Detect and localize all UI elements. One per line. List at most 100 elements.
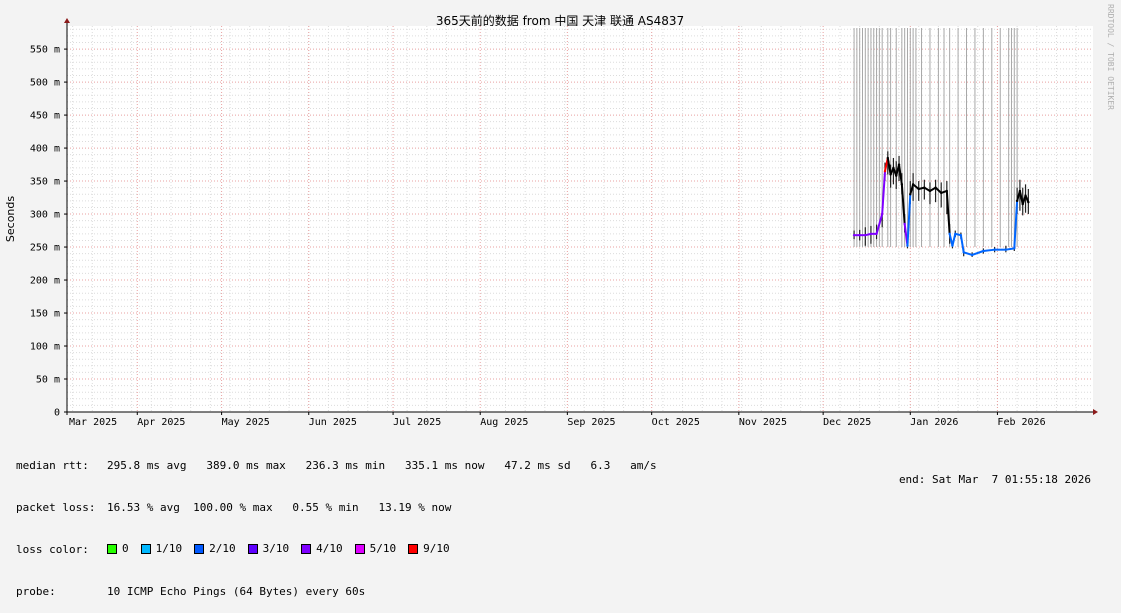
rtt-median-point	[895, 174, 898, 177]
median-rtt-row: median rtt: 295.8 ms avg 389.0 ms max 236…	[16, 459, 657, 473]
x-tick-label: May 2025	[222, 417, 270, 428]
x-tick-label: Sep 2025	[567, 417, 615, 428]
y-tick-label: 550 m	[30, 45, 60, 56]
y-tick-label: 450 m	[30, 111, 60, 122]
packet-loss-values: 16.53 % avg 100.00 % max 0.55 % min 13.1…	[107, 501, 452, 514]
rtt-median-point	[970, 253, 974, 257]
rtt-median-point	[875, 232, 878, 236]
rtt-median-point	[906, 244, 909, 247]
rtt-median-point	[858, 233, 861, 237]
rtt-median-point	[883, 169, 887, 173]
x-tick-label: Mar 2025	[69, 417, 117, 428]
rtt-median-point	[962, 251, 965, 254]
loss-color-items: 0 1/10 2/10 3/10 4/10 5/10 9/10	[107, 542, 462, 558]
y-tick-label: 400 m	[30, 144, 60, 155]
x-tick-label: Jan 2026	[910, 417, 958, 428]
rtt-median-point	[886, 156, 889, 160]
rtt-median-point	[1024, 194, 1027, 197]
loss-color-item: 1/10	[140, 542, 182, 556]
rtt-median-point	[923, 186, 926, 189]
loss-color-item: 9/10	[408, 542, 450, 556]
rtt-median-point	[864, 233, 867, 237]
y-axis-label: Seconds	[4, 196, 17, 242]
y-tick-label: 350 m	[30, 177, 60, 188]
x-tick-label: Feb 2026	[997, 417, 1045, 428]
rtt-chart: 365天前的数据 from 中国 天津 联通 AS4837 Seconds RR…	[4, 4, 1115, 428]
loss-color-item: 4/10	[301, 542, 343, 556]
loss-color-item: 0	[107, 542, 129, 556]
rtt-median-point	[982, 249, 985, 253]
rtt-median-point	[852, 233, 856, 237]
rtt-median-point	[889, 173, 892, 176]
loss-color-label: loss color:	[16, 543, 89, 556]
rtt-median-point	[1027, 200, 1030, 204]
probe-value: 10 ICMP Echo Pings (64 Bytes) every 60s	[107, 585, 366, 598]
rtt-median-point	[892, 166, 895, 170]
chart-title: 365天前的数据 from 中国 天津 联通 AS4837	[436, 13, 684, 28]
rtt-median-point	[1004, 248, 1008, 251]
rtt-median-point	[954, 232, 957, 236]
rtt-median-point	[880, 212, 884, 216]
median-rtt-values: 295.8 ms avg 389.0 ms max 236.3 ms min 3…	[107, 459, 657, 472]
rtt-median-point	[903, 222, 906, 226]
rtt-median-point	[951, 244, 954, 247]
rtt-median-point	[1013, 247, 1016, 250]
rtt-median-point	[869, 232, 873, 236]
y-tick-label: 100 m	[30, 342, 60, 353]
rtt-median-segment	[1005, 247, 1015, 251]
x-tick-label: Dec 2025	[823, 417, 871, 428]
x-tick-label: Nov 2025	[739, 417, 787, 428]
loss-color-swatch	[247, 544, 258, 554]
loss-color-item: 2/10	[194, 542, 236, 556]
y-tick-label: 500 m	[30, 78, 60, 89]
rtt-median-point	[909, 193, 912, 196]
rtt-median-point	[1015, 199, 1019, 203]
loss-color-swatch	[354, 544, 365, 554]
y-tick-label: 0	[54, 408, 60, 419]
rtt-median-segment	[983, 248, 995, 252]
loss-color-item: 3/10	[247, 542, 290, 556]
end-time: end: Sat Mar 7 01:55:18 2026	[898, 473, 1091, 486]
rtt-median-point	[1021, 202, 1024, 206]
y-tick-label: 250 m	[30, 243, 60, 254]
probe-row: probe: 10 ICMP Echo Pings (64 Bytes) ever…	[16, 585, 657, 599]
loss-color-item-label: 4/10	[316, 542, 343, 555]
x-tick-label: Aug 2025	[480, 417, 528, 428]
loss-color-item-label: 9/10	[423, 542, 450, 555]
rtt-median-point	[928, 189, 932, 193]
loss-color-item-label: 3/10	[262, 542, 290, 555]
x-tick-labels: Mar 2025 Apr 2025 May 2025 Jun 2025 Jul 2025…	[66, 412, 1046, 428]
rtt-median-point	[959, 233, 963, 237]
loss-color-swatch	[301, 544, 312, 554]
rtt-median-point	[948, 232, 951, 236]
rtt-median-point	[1018, 189, 1022, 193]
rtt-median-point	[897, 163, 901, 166]
y-tick-label: 150 m	[30, 309, 60, 320]
loss-color-item: 5/10	[354, 542, 397, 556]
x-tick-label: Apr 2025	[137, 417, 185, 428]
y-tick-label: 50 m	[36, 375, 60, 386]
x-axis-arrow	[1093, 409, 1098, 415]
x-tick-label: Oct 2025	[652, 417, 700, 428]
y-tick-label: 300 m	[30, 210, 60, 221]
rtt-median-point	[900, 183, 904, 186]
median-rtt-label: median rtt:	[16, 459, 89, 472]
rrdtool-watermark: RRDTOOL / TOBI OETIKER	[1106, 4, 1115, 110]
rtt-median-point	[934, 186, 937, 189]
loss-color-swatch	[140, 544, 151, 554]
legend: median rtt: 295.8 ms avg 389.0 ms max 236…	[16, 431, 657, 613]
loss-color-item-label: 5/10	[369, 542, 397, 555]
rtt-median-point	[993, 248, 996, 251]
loss-color-swatch	[408, 544, 419, 554]
plot-area	[67, 26, 1093, 412]
rtt-median-point	[911, 183, 915, 186]
loss-color-swatch	[194, 544, 205, 554]
rtt-median-point	[945, 189, 949, 193]
loss-color-swatch	[107, 544, 117, 554]
x-tick-label: Jul 2025	[393, 417, 441, 428]
rtt-median-point	[940, 191, 943, 195]
probe-label: probe:	[16, 585, 56, 598]
rtt-median-point	[917, 187, 920, 191]
y-tick-labels: 0 50 m 100 m 150 m 200 m 250 m 300 m 350 m 400 m…	[30, 45, 67, 419]
packet-loss-label: packet loss:	[16, 501, 96, 514]
